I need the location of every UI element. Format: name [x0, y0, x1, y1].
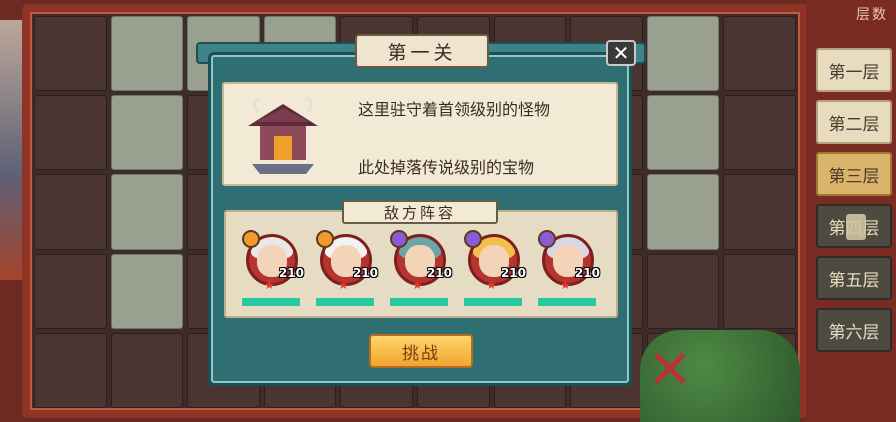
- hp-fill: [242, 298, 300, 306]
- hero-level: 210: [574, 266, 600, 280]
- floor-6-button[interactable]: 第六层: [816, 308, 892, 352]
- element-badge-icon: [464, 230, 482, 248]
- enemy-hero[interactable]: 210 ★: [464, 230, 526, 306]
- hero-level: 210: [426, 266, 452, 280]
- floor-label: 第三层: [828, 166, 880, 187]
- star-icon: ★: [338, 278, 349, 292]
- floors-panel: 层数 第一层 第二层 第三层 第四层 第五层 第六层: [806, 0, 896, 422]
- challenge-button[interactable]: 挑战: [369, 334, 473, 368]
- dialog-title-plate: 第一关: [355, 34, 489, 68]
- star-icon: ★: [412, 278, 423, 292]
- hp-bar: [316, 298, 374, 306]
- hp-fill: [464, 298, 522, 306]
- hero-level: 210: [352, 266, 378, 280]
- hero-level: 210: [500, 266, 526, 280]
- hp-bar: [538, 298, 596, 306]
- floor-5-button[interactable]: 第五层: [816, 256, 892, 300]
- star-icon: ★: [486, 278, 497, 292]
- element-badge-icon: [538, 230, 556, 248]
- floor-2-button[interactable]: 第二层: [816, 100, 892, 144]
- hp-bar: [242, 298, 300, 306]
- hp-fill: [316, 298, 374, 306]
- floor-4-button[interactable]: 第四层: [816, 204, 892, 248]
- info-line-loot: 此处掉落传说级别的宝物: [358, 158, 535, 177]
- stage-info-box: 这里驻守着首领级别的怪物 此处掉落传说级别的宝物: [222, 82, 618, 186]
- close-icon: ✕: [612, 41, 630, 65]
- hp-fill: [538, 298, 596, 306]
- hp-fill: [390, 298, 448, 306]
- hero-level: 210: [278, 266, 304, 280]
- info-line-boss: 这里驻守着首领级别的怪物: [358, 100, 551, 119]
- enemy-hero[interactable]: 210 ★: [538, 230, 600, 306]
- star-icon: ★: [560, 278, 571, 292]
- enemy-hero[interactable]: 210 ★: [390, 230, 452, 306]
- close-button[interactable]: ✕: [606, 40, 636, 66]
- lock-icon: [846, 214, 866, 240]
- floor-1-button[interactable]: 第一层: [816, 48, 892, 92]
- enemy-lineup-label: 敌方阵容: [342, 200, 498, 224]
- floor-label: 第二层: [828, 114, 880, 135]
- dialog-title: 第一关: [387, 41, 457, 64]
- star-icon: ★: [264, 278, 275, 292]
- temple-icon: [248, 96, 318, 174]
- hp-bar: [464, 298, 522, 306]
- element-badge-icon: [316, 230, 334, 248]
- x-mark-icon: ✕: [647, 338, 693, 401]
- hp-bar: [390, 298, 448, 306]
- floor-label: 第一层: [828, 62, 880, 83]
- enemy-hero[interactable]: 210 ★: [242, 230, 304, 306]
- floor-label: 第五层: [828, 270, 880, 291]
- element-badge-icon: [390, 230, 408, 248]
- floors-title: 层数: [856, 7, 888, 23]
- enemy-hero[interactable]: 210 ★: [316, 230, 378, 306]
- element-badge-icon: [242, 230, 260, 248]
- floor-3-button[interactable]: 第三层: [816, 152, 892, 196]
- floor-label: 第六层: [828, 322, 880, 343]
